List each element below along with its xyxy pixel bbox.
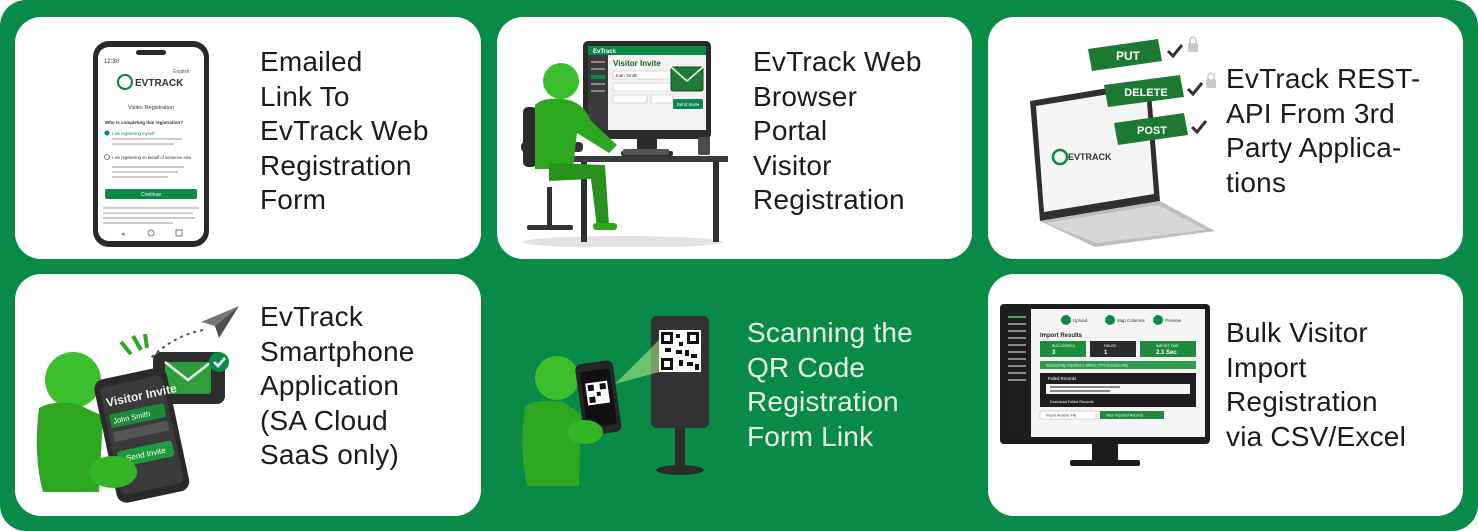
- name-field-value: Juan Smith: [615, 73, 638, 78]
- back-icon[interactable]: ◂: [121, 230, 125, 238]
- qr-scan-illustration: [522, 316, 709, 486]
- step-preview: Preview: [1165, 318, 1182, 323]
- phone-registration-illustration: 12:30 English EVTRACK Visitor Registrati…: [93, 41, 209, 247]
- put-label: PUT: [1116, 49, 1141, 63]
- mug: [698, 137, 710, 155]
- phone-form-title: Visitor Registration: [128, 105, 174, 111]
- person-figure: [535, 356, 579, 400]
- portal-sidebar: [588, 55, 608, 130]
- time-field[interactable]: [650, 94, 674, 104]
- date-field[interactable]: [612, 94, 648, 104]
- phone-brand: EVTRACK: [135, 78, 184, 89]
- send-invite-label: Send Invite: [677, 102, 700, 107]
- card-label: Emailed Link To EvTrack Web Registration…: [260, 46, 429, 215]
- bulk-import-monitor-illustration: Upload Map Columns Preview Import Result…: [1000, 304, 1210, 466]
- lock-icon: [1206, 79, 1216, 88]
- smartphone-app-illustration: Visitor Invite John Smith Send Invite: [36, 306, 239, 503]
- green-frame: 12:30 English EVTRACK Visitor Registrati…: [0, 0, 1478, 531]
- check-icon: [1186, 82, 1204, 97]
- svg-text:Successfully imported 3 visito: Successfully imported 3 visitors (75% su…: [1046, 364, 1128, 368]
- step-check-icon: [1105, 315, 1115, 325]
- laptop-api-illustration: EVTRACK PUT DELETE POST: [1030, 36, 1216, 247]
- delete-label: DELETE: [1124, 87, 1167, 99]
- step-upload: Upload: [1073, 318, 1088, 323]
- import-results-heading: Import Results: [1040, 333, 1083, 339]
- email-field[interactable]: [612, 82, 674, 92]
- person-figure: [45, 352, 101, 408]
- svg-text:View Imported Records: View Imported Records: [1106, 414, 1143, 418]
- card-label: Bulk Visitor Import Registration via CSV…: [1226, 317, 1406, 452]
- card-smartphone-app[interactable]: Visitor Invite John Smith Send Invite Ev…: [15, 274, 481, 516]
- svg-text:2.1 Sec: 2.1 Sec: [1156, 350, 1177, 356]
- person-figure: [543, 63, 579, 99]
- svg-text:SUCCESSFUL: SUCCESSFUL: [1052, 344, 1076, 348]
- svg-text:FAILED: FAILED: [1104, 344, 1117, 348]
- chair: [523, 107, 537, 167]
- step-check-icon: [1061, 315, 1071, 325]
- card-label: EvTrack Smartphone Application (SA Cloud…: [260, 301, 415, 470]
- check-icon: [1166, 44, 1184, 59]
- keyboard: [623, 149, 669, 155]
- post-label: POST: [1137, 125, 1167, 137]
- svg-text:Import Another File: Import Another File: [1046, 414, 1076, 418]
- card-label: EvTrack REST- API From 3rd Party Applica…: [1226, 63, 1421, 198]
- card-label: EvTrack Web Browser Portal Visitor Regis…: [753, 46, 922, 215]
- step-check-icon: [1153, 315, 1163, 325]
- option-someone-else: I am registering on behalf of someone el…: [112, 155, 192, 160]
- svg-text:IMPORT TIME: IMPORT TIME: [1156, 344, 1179, 348]
- visitor-invite-title: Visitor Invite: [613, 59, 661, 68]
- check-circle-icon: [209, 352, 229, 372]
- card-web-portal[interactable]: EvTrack Visitor Invite Juan Smith Send I…: [497, 17, 972, 259]
- option-myself: I am registering myself: [112, 131, 155, 136]
- download-failed-records[interactable]: Download Failed Records: [1050, 400, 1094, 404]
- svg-text:Failed Records: Failed Records: [1048, 376, 1076, 381]
- step-map-columns: Map Columns: [1117, 318, 1146, 323]
- card-label: Scanning the QR Code Registration Form L…: [747, 317, 913, 452]
- card-qr-code[interactable]: Scanning the QR Code Registration Form L…: [497, 274, 972, 516]
- phone-question: Who is completing this registration?: [105, 120, 183, 125]
- check-icon: [1190, 120, 1208, 135]
- laptop-brand: EVTRACK: [1068, 152, 1112, 162]
- card-emailed-link[interactable]: 12:30 English EVTRACK Visitor Registrati…: [15, 17, 481, 259]
- continue-button-label: Continue: [141, 192, 161, 198]
- card-bulk-import[interactable]: Upload Map Columns Preview Import Result…: [988, 274, 1463, 516]
- radio-selected-icon[interactable]: [104, 130, 110, 136]
- language-selector[interactable]: English: [173, 69, 190, 75]
- desk-computer-illustration: EvTrack Visitor Invite Juan Smith Send I…: [521, 41, 728, 247]
- phone-time: 12:30: [104, 59, 120, 65]
- portal-brand: EvTrack: [593, 49, 617, 55]
- card-rest-api[interactable]: EVTRACK PUT DELETE POST EvTrack REST- AP…: [988, 17, 1463, 259]
- lock-icon: [1188, 43, 1198, 52]
